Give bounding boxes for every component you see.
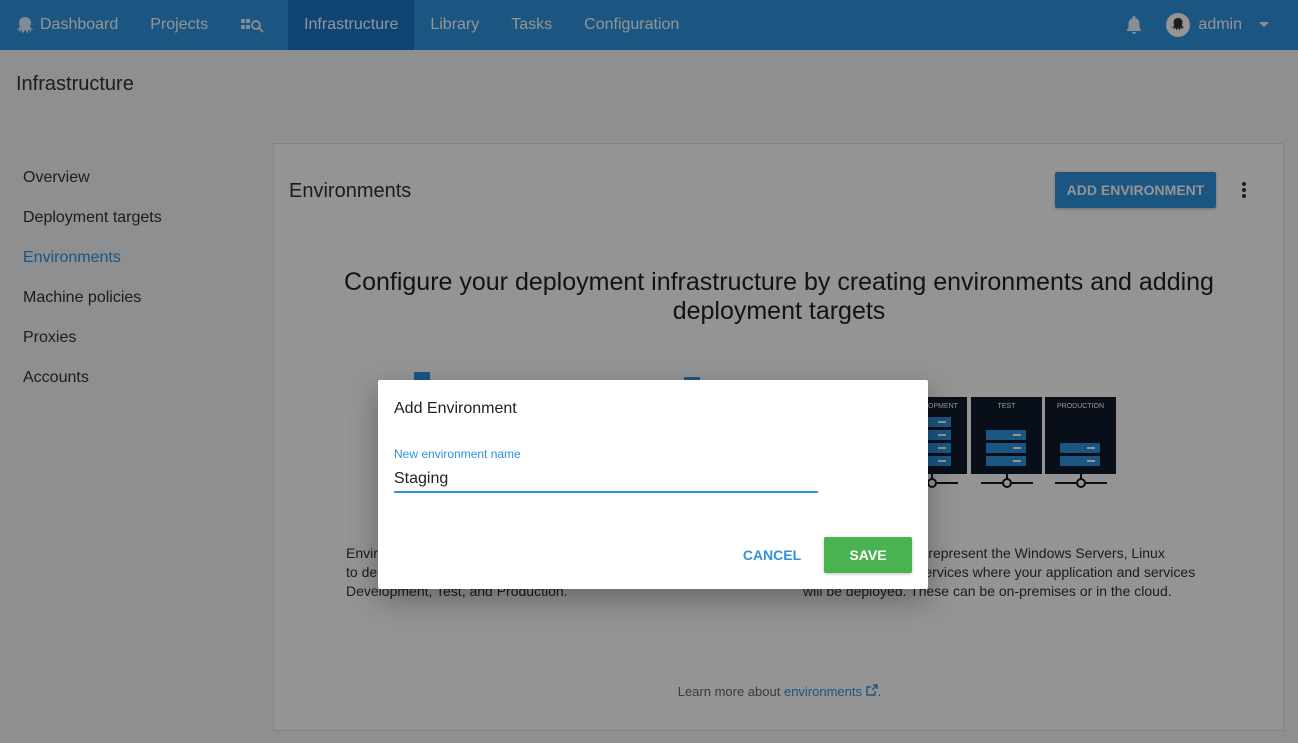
modal-backdrop[interactable] — [0, 0, 1298, 743]
dialog-title: Add Environment — [394, 400, 517, 417]
save-button[interactable]: SAVE — [824, 537, 912, 573]
environment-name-input[interactable] — [394, 467, 818, 493]
cancel-button[interactable]: CANCEL — [734, 537, 810, 573]
environment-name-label: New environment name — [394, 447, 521, 461]
add-environment-dialog: Add Environment New environment name CAN… — [378, 380, 928, 589]
